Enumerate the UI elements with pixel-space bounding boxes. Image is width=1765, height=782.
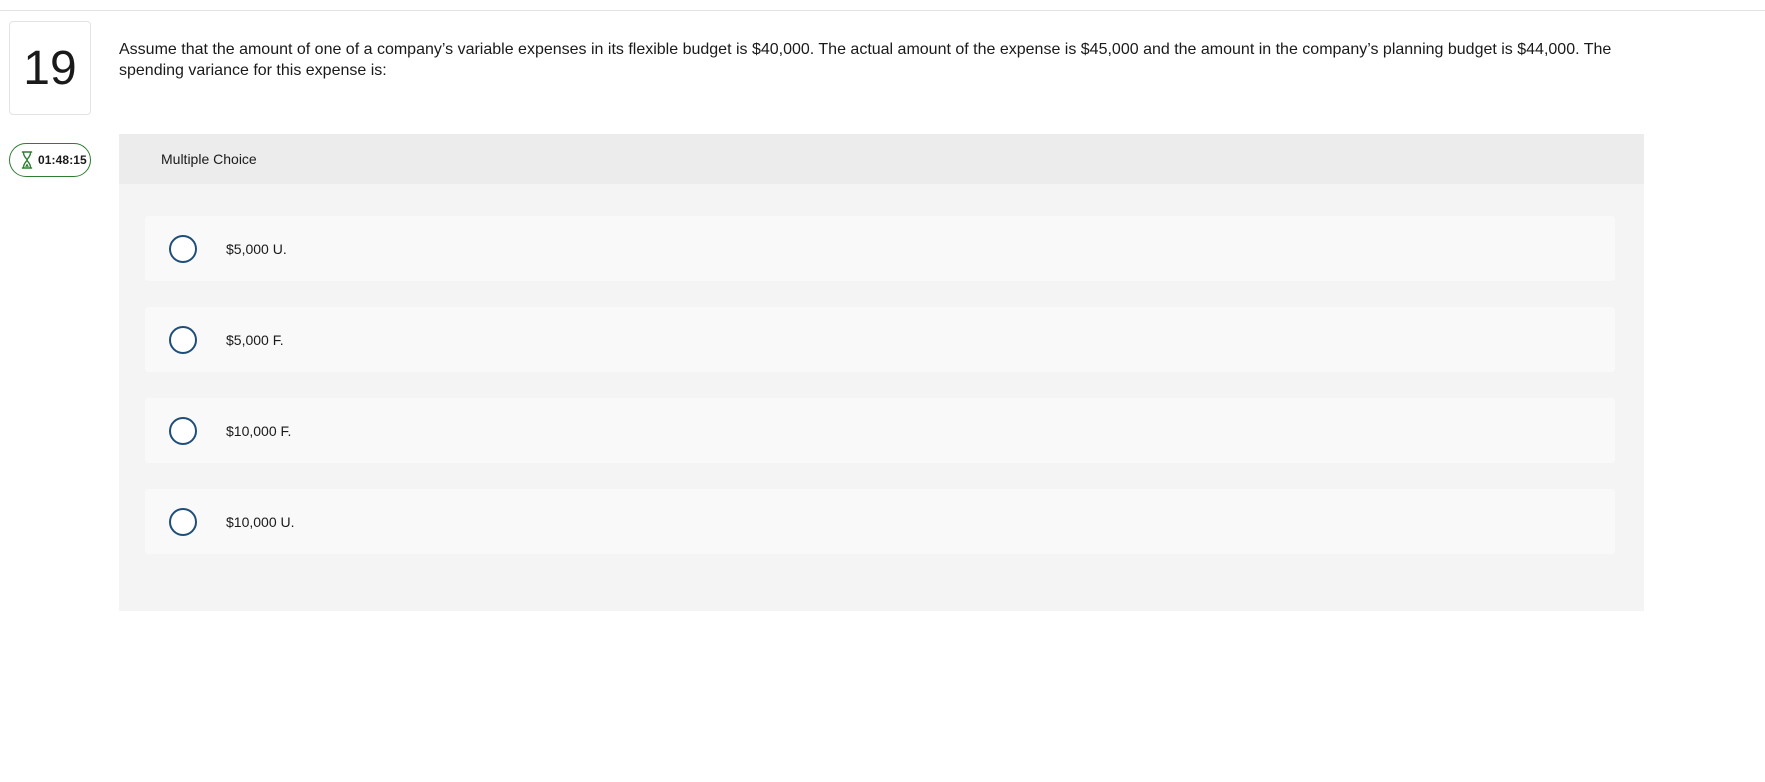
- answer-option-label: $10,000 F.: [226, 422, 292, 439]
- radio-button[interactable]: [169, 234, 197, 263]
- answer-option-label: $10,000 U.: [226, 513, 295, 530]
- question-text: Assume that the amount of one of a compa…: [119, 41, 1612, 79]
- question-type-header: Multiple Choice: [119, 134, 1644, 184]
- answer-option[interactable]: $5,000 U.: [145, 216, 1615, 281]
- answer-option-label: $5,000 F.: [226, 331, 284, 348]
- radio-button[interactable]: [169, 325, 197, 354]
- question-number: 19: [23, 41, 77, 95]
- timer-text: 01:48:15: [38, 153, 87, 167]
- top-divider: [0, 10, 1765, 11]
- hourglass-icon: [21, 151, 33, 169]
- options-list: $5,000 U. $5,000 F. $10,000 F. $10,000 U…: [145, 216, 1615, 580]
- radio-button[interactable]: [169, 507, 197, 536]
- answer-option-label: $5,000 U.: [226, 240, 287, 257]
- answer-option[interactable]: $10,000 F.: [145, 398, 1615, 463]
- answer-option[interactable]: $10,000 U.: [145, 489, 1615, 554]
- question-number-box: 19: [9, 21, 91, 115]
- answer-panel: Multiple Choice $5,000 U. $5,000 F. $10,…: [119, 134, 1644, 611]
- answer-option[interactable]: $5,000 F.: [145, 307, 1615, 372]
- timer-badge: 01:48:15: [9, 143, 91, 177]
- question-type-label: Multiple Choice: [161, 151, 257, 167]
- radio-button[interactable]: [169, 416, 197, 445]
